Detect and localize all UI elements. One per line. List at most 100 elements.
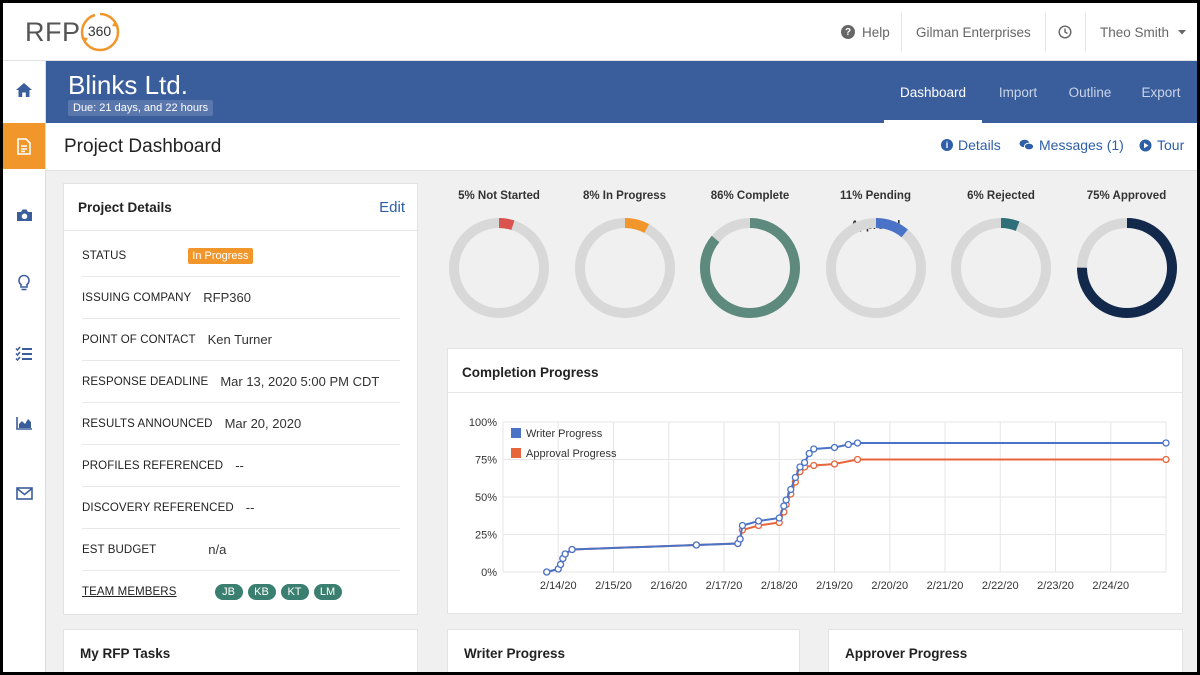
caret-down-icon	[1178, 30, 1187, 35]
donut-label: 11% Pending Approval	[840, 190, 911, 232]
data-point	[1162, 455, 1170, 464]
approver-progress-title: Approver Progress	[845, 646, 968, 661]
x-tick-label: 2/18/20	[761, 580, 798, 592]
completion-progress-title: Completion Progress	[462, 365, 599, 380]
user-menu[interactable]: Theo Smith	[1100, 3, 1187, 61]
team-member-chip[interactable]: JB	[214, 584, 243, 600]
app-window: RFP 360 ? Help Gilman Enterprises Theo S…	[3, 3, 1197, 672]
completion-progress-card: Completion Progress 0% 25% 50% 75% 100% 2/14/…	[447, 348, 1183, 614]
detail-label: DISCOVERY REFERENCED	[82, 501, 234, 514]
legend-swatch	[511, 428, 521, 438]
organization-switcher[interactable]: Gilman Enterprises	[916, 3, 1031, 61]
x-tick-label: 2/19/20	[816, 580, 853, 592]
team-member-chip[interactable]: KT	[280, 584, 309, 600]
data-point	[568, 545, 576, 554]
project-header: Blinks Ltd. Due: 21 days, and 22 hours D…	[46, 61, 1197, 123]
sidebar-item-ideas[interactable]	[3, 260, 45, 306]
donut-track	[449, 218, 549, 318]
detail-row-status: STATUS In Progress	[82, 235, 400, 277]
data-point	[738, 521, 747, 530]
donut-label: 8% In Progress	[582, 190, 667, 202]
divider	[1085, 13, 1086, 51]
donut-track	[825, 218, 926, 318]
x-tick-label: 2/22/20	[982, 580, 1019, 592]
due-badge: Due: 21 days, and 22 hours	[68, 100, 214, 116]
data-point	[556, 560, 565, 569]
detail-label: POINT OF CONTACT	[82, 333, 196, 346]
detail-value: RFP360	[203, 290, 251, 305]
detail-label: PROFILES REFERENCED	[82, 459, 224, 472]
info-icon: i	[941, 139, 953, 151]
lightbulb-icon	[18, 274, 30, 291]
details-link[interactable]: i Details	[941, 137, 1001, 153]
rfp360-logo[interactable]: RFP 360	[25, 9, 121, 55]
tab-dashboard[interactable]: Dashboard	[884, 61, 982, 123]
tab-import[interactable]: Import	[984, 61, 1052, 123]
organization-name: Gilman Enterprises	[916, 24, 1031, 40]
tour-link[interactable]: Tour	[1139, 137, 1184, 153]
sidebar-item-media[interactable]	[3, 192, 45, 238]
envelope-icon	[15, 486, 33, 500]
home-icon	[16, 83, 32, 97]
data-point	[844, 440, 852, 449]
logo-number: 360	[87, 23, 112, 39]
project-details-title: Project Details	[78, 200, 172, 215]
logo-ring-icon: 360	[79, 11, 121, 53]
detail-value: n/a	[208, 542, 227, 557]
data-point	[791, 473, 800, 482]
detail-row-response-deadline: RESPONSE DEADLINE Mar 13, 2020 5:00 PM C…	[82, 361, 400, 403]
sidebar-item-messages[interactable]	[3, 470, 45, 516]
detail-row-point-of-contact: POINT OF CONTACT Ken Turner	[82, 319, 400, 361]
team-member-chip[interactable]: LM	[313, 584, 342, 600]
detail-value: --	[245, 500, 255, 515]
detail-label: EST BUDGET	[82, 543, 157, 556]
sidebar-item-tasks[interactable]	[3, 330, 45, 376]
messages-label: Messages (1)	[1039, 137, 1124, 153]
status-donut: 86% Complete	[690, 181, 810, 331]
detail-row-profiles-referenced: PROFILES REFERENCED --	[82, 445, 400, 487]
x-tick-label: 2/14/20	[540, 580, 577, 592]
tab-export[interactable]: Export	[1128, 61, 1194, 123]
divider	[901, 13, 902, 51]
status-donut: 8% In Progress	[565, 181, 685, 331]
tour-label: Tour	[1157, 137, 1185, 153]
status-donut: 6% Rejected	[941, 181, 1061, 331]
status-donuts: 5% Not Started 8% In Progress 86% Complete…	[433, 181, 1197, 341]
writer-progress-title: Writer Progress	[464, 646, 566, 661]
donut-chart	[449, 218, 549, 318]
data-point	[543, 568, 551, 576]
donut-label: 86% Complete	[710, 190, 790, 202]
team-members-link[interactable]: TEAM MEMBERS	[82, 586, 177, 598]
details-label: Details	[958, 137, 1001, 153]
user-name: Theo Smith	[1100, 24, 1170, 40]
edit-project-button[interactable]: Edit	[379, 199, 405, 216]
donut-chart	[1076, 218, 1177, 318]
y-tick-label: 75%	[475, 455, 497, 467]
data-point	[853, 455, 862, 464]
data-point	[810, 461, 818, 470]
document-icon	[17, 137, 31, 155]
help-link[interactable]: ? Help	[841, 3, 890, 61]
tab-outline[interactable]: Outline	[1056, 61, 1124, 123]
project-company-name: Blinks Ltd.	[68, 70, 188, 100]
sidebar-item-home[interactable]	[3, 67, 45, 113]
data-point	[800, 458, 809, 467]
legend-label: Writer Progress	[526, 428, 603, 440]
donut-label: 5% Not Started	[458, 190, 540, 202]
sidebar-item-projects[interactable]	[3, 123, 45, 169]
status-badge: In Progress	[188, 247, 253, 264]
sidebar-item-reports[interactable]	[3, 400, 45, 446]
history-button[interactable]	[1058, 3, 1072, 61]
checklist-icon	[15, 346, 32, 361]
data-point	[787, 485, 795, 494]
messages-link[interactable]: Messages (1)	[1019, 137, 1124, 153]
y-tick-label: 100%	[469, 417, 497, 429]
detail-value: Mar 20, 2020	[224, 416, 302, 431]
donut-chart	[825, 218, 926, 318]
top-bar: RFP 360 ? Help Gilman Enterprises Theo S…	[3, 3, 1197, 61]
detail-row-discovery-referenced: DISCOVERY REFERENCED --	[82, 487, 400, 529]
detail-value: Ken Turner	[207, 332, 272, 347]
team-member-chip[interactable]: KB	[247, 584, 276, 600]
data-point	[692, 541, 701, 549]
status-donut: 11% Pending Approval	[816, 181, 936, 331]
